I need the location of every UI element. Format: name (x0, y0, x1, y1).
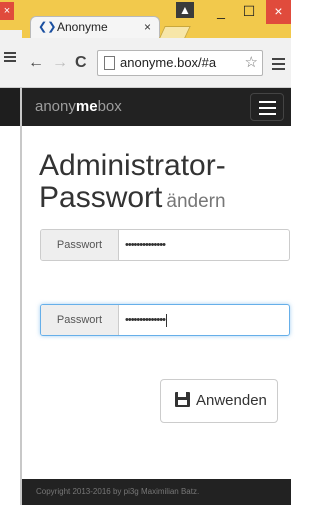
browser-toolbar: ← → C anonyme.box/#a ☆ (22, 38, 291, 88)
page-title: Administrator-Passwort ändern (39, 149, 226, 214)
password-repeat-input[interactable]: •••••••••••••• (125, 305, 167, 335)
password-repeat-field: Passwort •••••••••••••• (40, 304, 290, 336)
password-repeat-label: Passwort (41, 305, 119, 335)
browser-window: ❮❯ Anonyme × ▲ _ ☐ × ← → C anonyme.box/#… (22, 0, 291, 505)
reload-icon[interactable]: C (75, 54, 87, 72)
browser-menu-icon[interactable] (272, 58, 285, 70)
minimize-button[interactable]: _ (208, 0, 234, 24)
site-brand[interactable]: anonymebox (35, 98, 122, 115)
page-viewport: anonymebox Administrator-Passwort ändern … (22, 88, 291, 505)
background-menu-icon[interactable] (4, 52, 16, 62)
close-window-button[interactable]: × (266, 0, 291, 24)
address-bar[interactable]: anonyme.box/#a ☆ (97, 50, 263, 76)
save-icon (175, 392, 190, 407)
profile-icon[interactable]: ▲ (176, 2, 194, 18)
apply-button[interactable]: Anwenden (160, 379, 278, 423)
apply-label: Anwenden (196, 392, 267, 409)
page-subtitle: ändern (166, 191, 226, 212)
password-field: Passwort •••••••••••••• (40, 229, 290, 261)
site-footer: Copyright 2013-2016 by pi3g Maximilian B… (22, 479, 291, 505)
back-icon[interactable]: ← (28, 54, 44, 72)
password-label: Passwort (41, 230, 119, 260)
page-icon (104, 56, 115, 70)
browser-tab[interactable]: ❮❯ Anonyme × (30, 16, 160, 38)
tab-title: Anonyme (57, 20, 108, 34)
background-close-icon[interactable]: × (0, 2, 14, 20)
forward-icon[interactable]: → (52, 54, 68, 72)
new-tab-button[interactable] (159, 26, 191, 38)
navbar-toggle-icon[interactable] (250, 93, 284, 121)
favicon-icon: ❮❯ (38, 21, 57, 33)
background-titlebar: × (0, 0, 22, 30)
background-navbar (0, 88, 22, 126)
password-input[interactable]: •••••••••••••• (125, 230, 166, 260)
bookmark-star-icon[interactable]: ☆ (245, 51, 258, 75)
address-text: anonyme.box/#a (120, 55, 217, 70)
tab-close-icon[interactable]: × (144, 17, 151, 37)
titlebar: ❮❯ Anonyme × ▲ _ ☐ × (22, 0, 291, 38)
site-navbar: anonymebox (22, 88, 291, 126)
text-cursor (165, 313, 167, 327)
maximize-button[interactable]: ☐ (236, 0, 262, 24)
background-window: × (0, 0, 22, 505)
